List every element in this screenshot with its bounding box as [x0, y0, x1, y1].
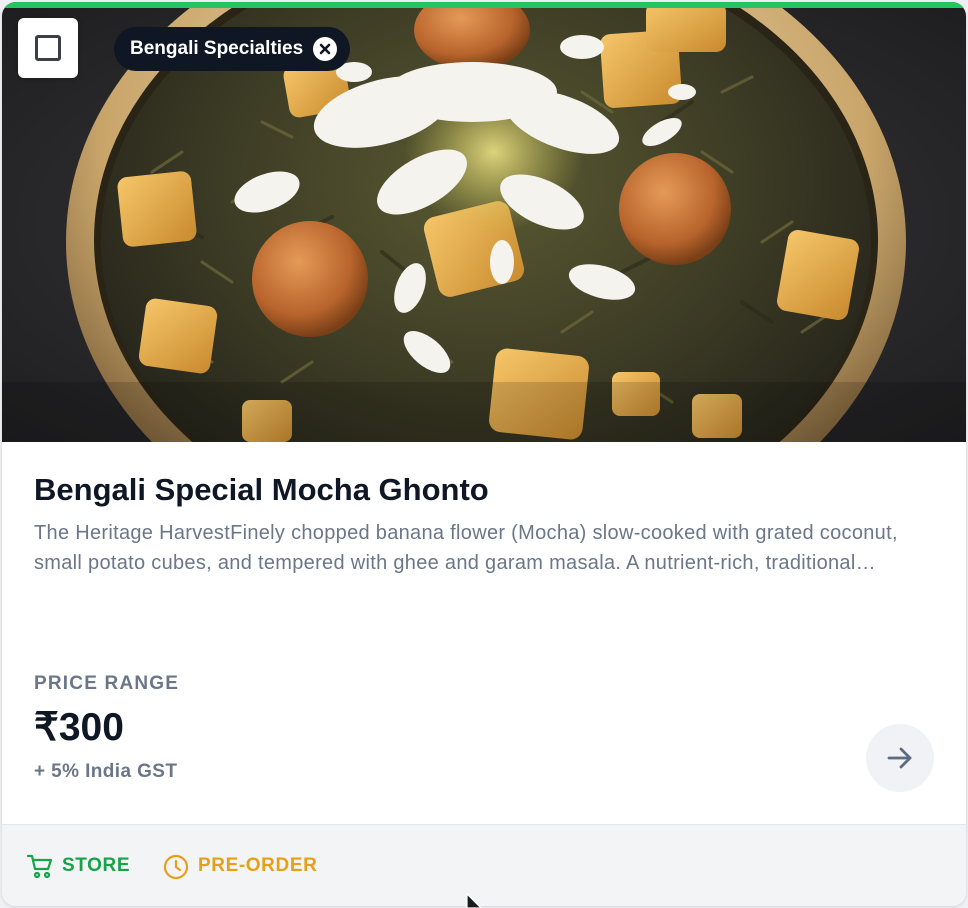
product-title: Bengali Special Mocha Ghonto	[34, 472, 489, 507]
product-card[interactable]: Bengali Specialties Bengali Special Moch…	[2, 2, 966, 906]
cart-icon	[26, 854, 53, 879]
price-value: ₹300	[34, 706, 124, 749]
tax-note: + 5% India GST	[34, 761, 178, 782]
select-checkbox[interactable]	[18, 18, 78, 78]
product-description: The Heritage HarvestFinely chopped banan…	[34, 522, 898, 574]
preorder-badge[interactable]: PRE-ORDER	[162, 852, 317, 880]
store-label: STORE	[62, 855, 131, 876]
category-chip-label: Bengali Specialties	[130, 38, 304, 59]
clock-icon	[163, 854, 189, 880]
category-chip[interactable]: Bengali Specialties	[114, 27, 351, 71]
preorder-label: PRE-ORDER	[198, 855, 318, 876]
view-details-button[interactable]	[866, 724, 934, 792]
card-accent-bar	[2, 2, 966, 8]
checkbox-empty-icon	[35, 35, 61, 61]
price-range-label: PRICE RANGE	[34, 673, 180, 694]
close-circle-icon[interactable]	[313, 37, 338, 61]
mouse-cursor-icon	[466, 893, 482, 908]
store-badge[interactable]: STORE	[26, 852, 130, 880]
arrow-right-icon	[887, 747, 912, 769]
card-footer: STORE PRE-ORDER	[2, 824, 966, 906]
